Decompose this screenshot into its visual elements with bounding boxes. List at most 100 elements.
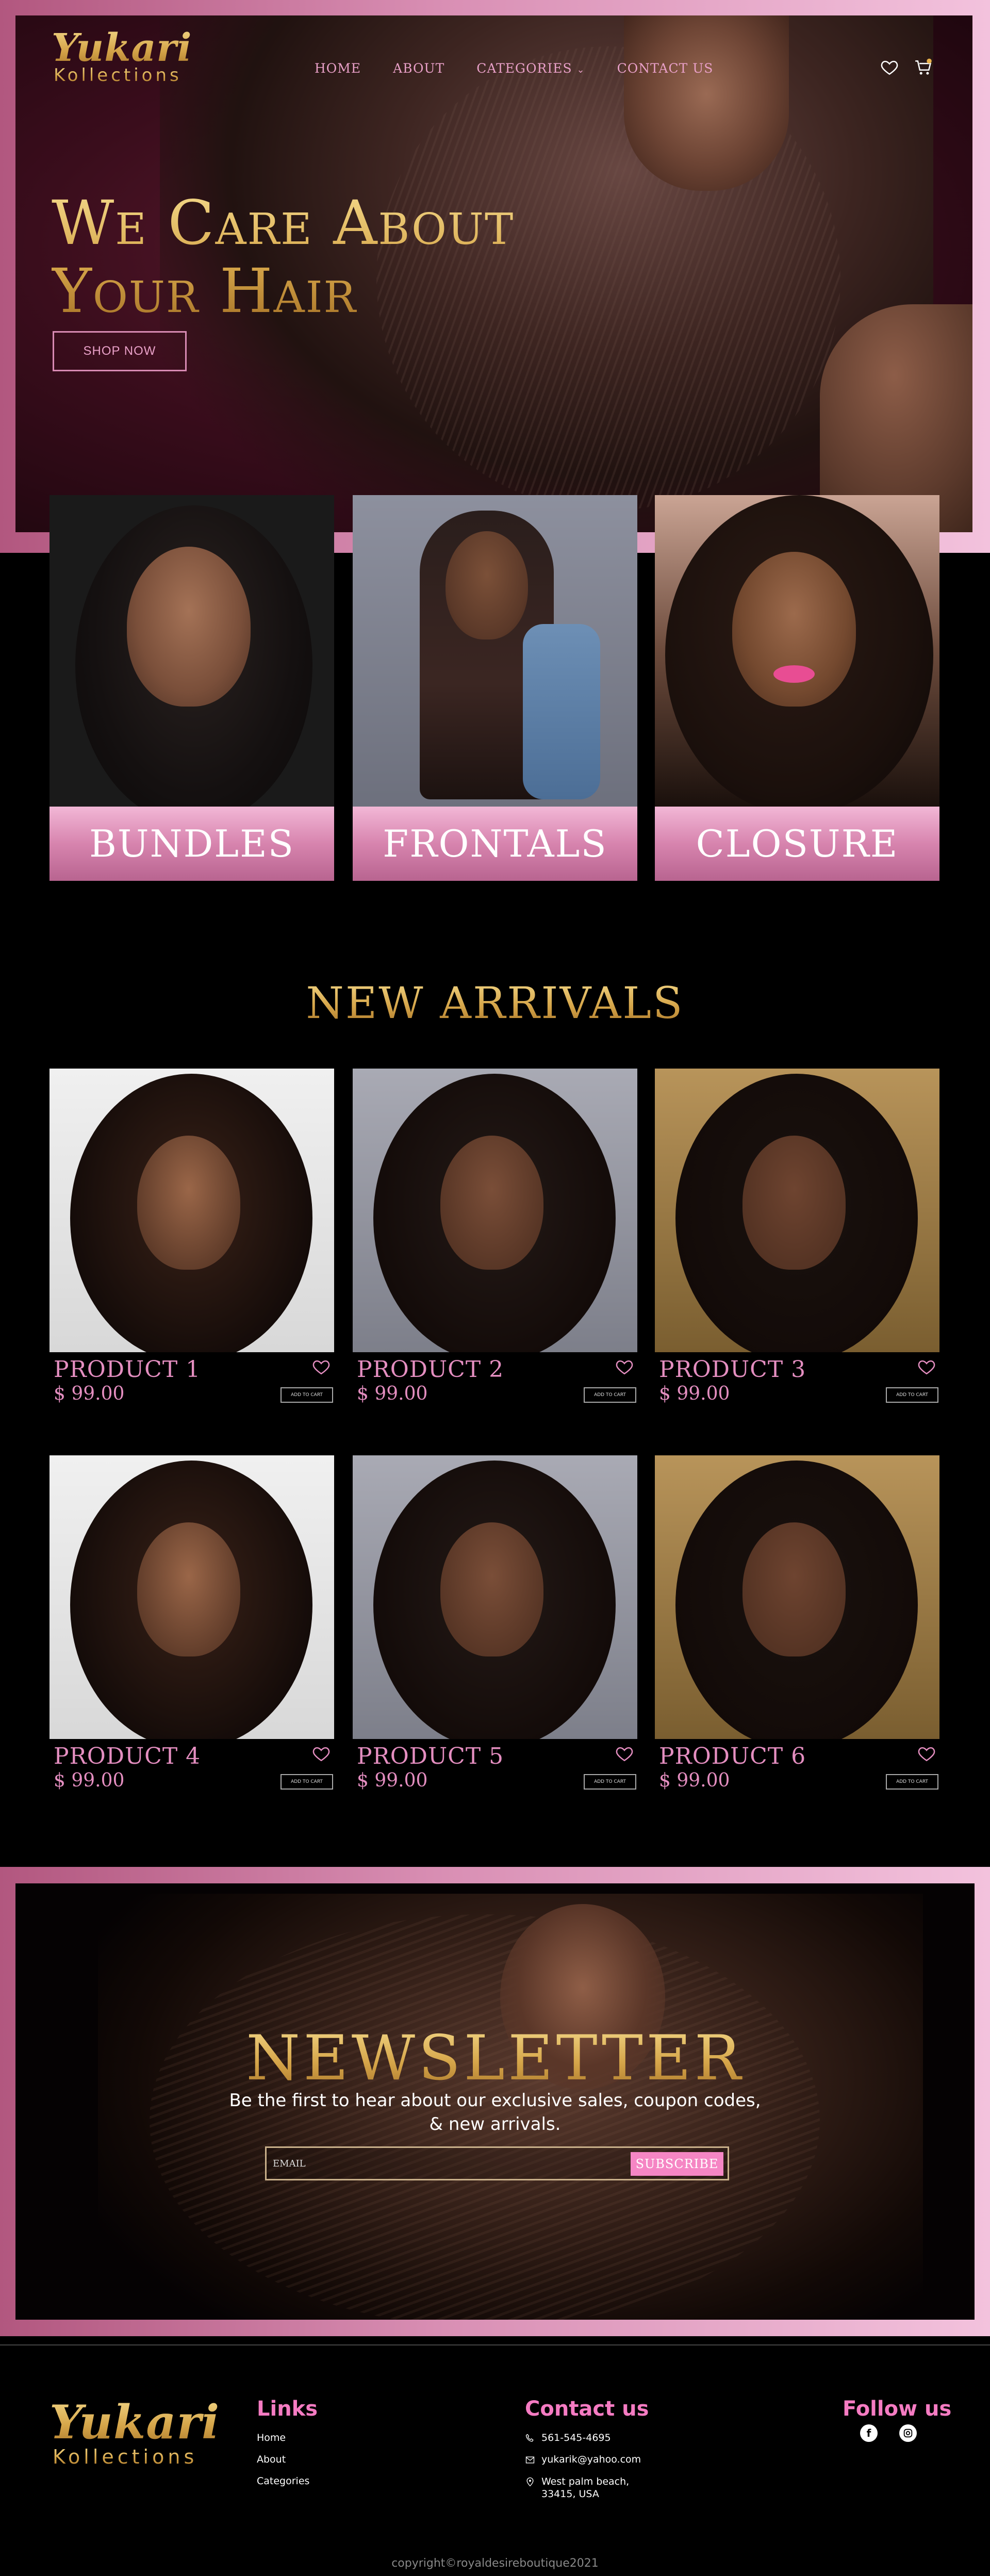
hero-title-line1: We Care About (52, 187, 515, 258)
newsletter-frame: NEWSLETTER Be the first to hear about ou… (0, 1867, 990, 2336)
nav-item-contact[interactable]: CONTACT US (617, 61, 714, 76)
product-name[interactable]: PRODUCT 6 (659, 1743, 806, 1769)
add-to-cart-button[interactable]: ADD TO CART (584, 1774, 636, 1790)
category-image (50, 495, 334, 825)
footer-address-line1: West palm beach, (541, 2476, 630, 2487)
brand-logo[interactable]: Yukari Kollections (52, 26, 192, 86)
product-name[interactable]: PRODUCT 2 (357, 1356, 504, 1383)
product-image[interactable] (50, 1069, 334, 1352)
top-navigation: Yukari Kollections HOME ABOUT CATEGORIES… (15, 15, 972, 119)
category-label: BUNDLES (50, 807, 334, 881)
nav-icons (880, 58, 933, 77)
product-image-face (440, 1136, 543, 1270)
product-image[interactable] (50, 1455, 334, 1739)
category-card-frontals[interactable]: FRONTALS (353, 495, 637, 881)
product-image[interactable] (655, 1069, 939, 1352)
newsletter-text-line1: Be the first to hear about our exclusive… (229, 2090, 761, 2111)
brand-logo-script: Yukari (52, 26, 192, 70)
copyright-text: copyright©royaldesireboutique2021 (391, 2557, 599, 2570)
new-arrivals-title: NEW ARRIVALS (0, 978, 990, 1028)
chevron-down-icon: ⌄ (576, 64, 585, 75)
product-image-face (137, 1136, 240, 1270)
nav-item-home[interactable]: HOME (315, 61, 361, 76)
add-to-cart-button[interactable]: ADD TO CART (280, 1774, 333, 1790)
brand-logo-sub: Kollections (54, 65, 192, 86)
product-name[interactable]: PRODUCT 5 (357, 1743, 504, 1769)
footer-link-categories[interactable]: Categories (257, 2475, 309, 2487)
footer-phone[interactable]: 561-545-4695 (525, 2432, 611, 2443)
newsletter-title: NEWSLETTER (15, 2023, 975, 2094)
product-name[interactable]: PRODUCT 3 (659, 1356, 806, 1383)
product-price: $ 99.00 (54, 1770, 125, 1791)
footer-links-title: Links (257, 2397, 318, 2421)
footer-logo-sub: Kollections (53, 2446, 220, 2468)
heart-icon[interactable] (615, 1744, 634, 1764)
footer-link-home[interactable]: Home (257, 2432, 286, 2443)
product-image[interactable] (353, 1069, 637, 1352)
footer-link-about[interactable]: About (257, 2454, 286, 2465)
footer-phone-text: 561-545-4695 (541, 2432, 611, 2443)
shop-now-button[interactable]: SHOP NOW (53, 331, 187, 371)
heart-icon[interactable] (615, 1357, 634, 1377)
phone-icon (525, 2434, 534, 2442)
footer-logo[interactable]: Yukari Kollections (50, 2395, 220, 2468)
heart-icon[interactable] (880, 58, 899, 77)
product-image-face (742, 1136, 846, 1270)
heart-icon[interactable] (311, 1357, 331, 1377)
category-image (655, 495, 939, 815)
footer: Yukari Kollections Links Home About Cate… (0, 2344, 990, 2576)
category-card-bundles[interactable]: BUNDLES (50, 495, 334, 881)
cart-icon[interactable] (914, 58, 933, 77)
footer-address: West palm beach, 33415, USA (525, 2475, 629, 2500)
email-input[interactable] (273, 2153, 608, 2174)
product-price: $ 99.00 (357, 1383, 428, 1404)
nav-item-about[interactable]: ABOUT (393, 61, 444, 76)
product-price: $ 99.00 (659, 1770, 730, 1791)
newsletter-form: SUBSCRIBE (265, 2146, 729, 2180)
social-links: f (860, 2424, 917, 2442)
footer-address-line2: 33415, USA (541, 2488, 599, 2500)
hero-banner: Yukari Kollections HOME ABOUT CATEGORIES… (15, 15, 972, 532)
product-image[interactable] (353, 1455, 637, 1739)
product-image[interactable] (655, 1455, 939, 1739)
product-image-face (742, 1522, 846, 1656)
hero-title-line2: Your Hair (52, 255, 357, 326)
heart-icon[interactable] (311, 1744, 331, 1764)
product-name[interactable]: PRODUCT 1 (54, 1356, 201, 1383)
add-to-cart-button[interactable]: ADD TO CART (886, 1387, 938, 1403)
heart-icon[interactable] (917, 1357, 936, 1377)
heart-icon[interactable] (917, 1744, 936, 1764)
footer-follow-title: Follow us (843, 2397, 952, 2421)
footer-email-text: yukarik@yahoo.com (541, 2454, 641, 2465)
category-image (353, 495, 637, 807)
facebook-icon[interactable]: f (860, 2424, 878, 2442)
category-label: FRONTALS (353, 807, 637, 881)
newsletter-section: NEWSLETTER Be the first to hear about ou… (15, 1883, 975, 2320)
footer-address-text: West palm beach, 33415, USA (541, 2475, 629, 2500)
category-card-closure[interactable]: CLOSURE (655, 495, 939, 881)
nav-links: HOME ABOUT CATEGORIES ⌄ CONTACT US (315, 61, 713, 76)
newsletter-text: Be the first to hear about our exclusive… (15, 2089, 975, 2136)
product-price: $ 99.00 (54, 1383, 125, 1404)
footer-contact-title: Contact us (525, 2397, 649, 2421)
subscribe-button[interactable]: SUBSCRIBE (631, 2152, 723, 2176)
add-to-cart-button[interactable]: ADD TO CART (280, 1387, 333, 1403)
instagram-icon[interactable] (899, 2424, 917, 2442)
product-image-face (137, 1522, 240, 1656)
product-price: $ 99.00 (659, 1383, 730, 1404)
add-to-cart-button[interactable]: ADD TO CART (584, 1387, 636, 1403)
nav-item-categories[interactable]: CATEGORIES ⌄ (476, 61, 585, 76)
footer-email[interactable]: yukarik@yahoo.com (525, 2454, 641, 2465)
hero-frame: Yukari Kollections HOME ABOUT CATEGORIES… (0, 0, 990, 553)
add-to-cart-button[interactable]: ADD TO CART (886, 1774, 938, 1790)
product-name[interactable]: PRODUCT 4 (54, 1743, 201, 1769)
category-label: CLOSURE (655, 807, 939, 881)
nav-item-categories-label: CATEGORIES (476, 61, 572, 76)
product-price: $ 99.00 (357, 1770, 428, 1791)
mail-icon (525, 2456, 535, 2464)
newsletter-text-line2: & new arrivals. (429, 2114, 561, 2135)
product-image-face (440, 1522, 543, 1656)
footer-logo-script: Yukari (50, 2395, 220, 2450)
location-pin-icon (526, 2477, 534, 2487)
hero-title: We Care About Your Hair (52, 189, 514, 325)
